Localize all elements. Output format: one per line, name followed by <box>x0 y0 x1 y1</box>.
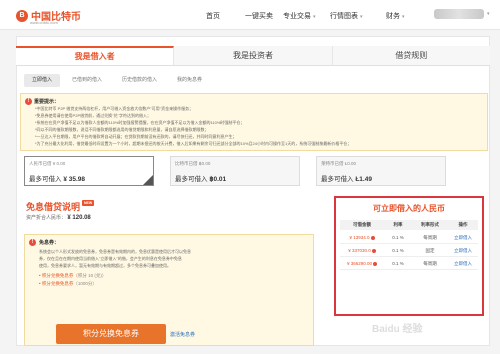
notice-line: *同以不同的借款期限数，说话不同借款期限都选用的借贷期限和利息量，请自愿选择借款… <box>35 127 209 132</box>
loan-rate: 0.1 % <box>392 261 404 266</box>
tab-borrower[interactable]: 我是借入者 <box>16 46 175 65</box>
stat-label: 莱特币已借 Ł0.00 <box>321 161 357 166</box>
exchange-coupon-button[interactable]: 积分兑换免息券 <box>56 324 166 344</box>
selected-corner-icon <box>143 175 153 185</box>
warning-icon: ! <box>29 239 36 246</box>
column-header: 利率形式 <box>421 222 439 227</box>
table-header: 可借金额 利率 利率形式 操作 <box>340 220 478 230</box>
activate-coupon-link[interactable]: 激活免息券 <box>170 331 195 338</box>
coupon-line: 使用，免息券要求人，暂无有效期与有效期超过，多个免息券可叠加使用。 <box>39 263 171 268</box>
loan-amount: ¥ 337030.0 <box>340 245 384 256</box>
available-title: 可立即借入的人民币 <box>373 204 445 213</box>
info-icon <box>370 235 375 240</box>
nav-home[interactable]: 首页 <box>206 11 220 21</box>
loan-amount: ¥ 13934.0 <box>340 232 384 243</box>
table-row: ¥ 337030.0 0.1 % 固定 立即借入 <box>340 245 478 257</box>
nav-charts[interactable]: 行情图表 ▾ <box>330 11 363 21</box>
new-badge: NEW <box>82 200 95 206</box>
top-bar: B 中国比特币 www.chbtc.com 首页 一键买卖 专业交易 ▾ 行情图表… <box>0 0 500 30</box>
stat-value: 最多可借入 ¥ 35.98 <box>29 176 85 183</box>
sub-tabs: 立即借入 已借到的借入 历史借款的借入 我的免息券 <box>24 74 210 87</box>
stat-btc[interactable]: 比特币已借 ฿0.00 最多可借入 ฿0.01 <box>170 156 300 186</box>
nav-finance[interactable]: 财务 ▾ <box>386 11 405 21</box>
bitcoin-logo-icon: B <box>16 9 28 22</box>
nav-pro-trade[interactable]: 专业交易 ▾ <box>283 11 316 21</box>
notice-line: *免息券使用请在使用P2P借贷前，通过兑换"兑"字符达到的借入； <box>35 113 151 118</box>
chevron-down-icon: ▾ <box>313 14 316 20</box>
chevron-down-icon: ▾ <box>402 14 405 20</box>
loan-rate: 0.1 % <box>392 235 404 240</box>
chevron-down-icon: ▾ <box>360 14 363 20</box>
loan-rate: 0.1 % <box>392 248 404 253</box>
coupon-line: 系统会以个人形式发放的免息券，免息券是有效期内的，免息优惠是使用后才可以免息 <box>39 249 191 254</box>
table-row: ¥ 13934.0 0.1 % 每周期 立即借入 <box>340 232 478 244</box>
subtab-borrowed[interactable]: 已借到的借入 <box>64 74 110 87</box>
loan-amount: ¥ 366290.00 <box>340 258 384 269</box>
loan-rate-type: 每周期 <box>423 261 437 266</box>
subtab-coupons[interactable]: 我的免息券 <box>169 74 210 87</box>
tab-investor[interactable]: 我是投资者 <box>174 46 333 65</box>
notice-line: *为了充分最大化利用，借贷最低时间设置为一个小时，超期未偿还的按天计费，借入后如… <box>35 141 352 146</box>
column-header: 操作 <box>458 222 468 227</box>
column-header: 利率 <box>393 222 403 227</box>
brand-url: www.chbtc.com <box>30 20 58 25</box>
loan-rate-type: 每周期 <box>423 235 437 240</box>
info-icon <box>373 261 378 266</box>
loan-rate-type: 固定 <box>425 248 435 253</box>
stat-label: 人民币已借 ¥ 0.00 <box>29 161 66 166</box>
asset-total: 资产折合人民币： ¥ 120.08 <box>26 215 91 221</box>
coupon-line: 券，仅在且在在期内使用当前借入"立即借入"的借，会产生的利息在免息券中免息 <box>39 256 182 261</box>
free-loan-title: 免息借贷说明 NEW <box>26 200 95 212</box>
notice-line: *一旦达入平台期限，用户平台的借款将自动开展；在贷款到期前没有还款的，请尽快归还… <box>35 134 237 139</box>
watermark: Baidu 经验 <box>372 324 423 335</box>
notice-title: 重要提示： <box>34 99 60 105</box>
chevron-down-icon[interactable]: ▾ <box>487 11 490 17</box>
coupon-bullet: • 积分兑换免息券（1000分） <box>39 281 97 286</box>
coupon-bullet: • 积分兑换免息券（积分 10 (兑)） <box>39 273 107 278</box>
stat-value: 最多可借入 Ł1.49 <box>321 176 372 183</box>
borrow-now-link[interactable]: 立即借入 <box>448 258 478 269</box>
notice-line: *中国比特币 P2P 借贷支持两倍杠杆，用户可借入资金放大倍数户"可用"资金来操… <box>35 106 194 111</box>
important-notice: ! 重要提示： *中国比特币 P2P 借贷支持两倍杠杆，用户可借入资金放大倍数户… <box>20 93 488 151</box>
stat-label: 比特币已借 ฿0.00 <box>175 161 211 166</box>
user-account[interactable] <box>434 9 484 19</box>
available-loans-box: 可立即借入的人民币 可借金额 利率 利率形式 操作 ¥ 13934.0 0.1 … <box>334 196 484 316</box>
tab-rules[interactable]: 借贷规则 <box>332 46 490 65</box>
column-header: 可借金额 <box>353 222 371 227</box>
notice-line: *系统在在资产净值不足以为借款人金额的110%时加强报警提醒，在在资产净值不足以… <box>35 120 245 125</box>
stat-value: 最多可借入 ฿0.01 <box>175 176 227 183</box>
borrow-now-link[interactable]: 立即借入 <box>448 245 478 256</box>
coupon-title: 免息券： <box>39 240 60 246</box>
warning-icon: ! <box>25 98 32 105</box>
table-row: ¥ 366290.00 0.1 % 每周期 立即借入 <box>340 258 478 270</box>
stat-cny[interactable]: 人民币已借 ¥ 0.00 最多可借入 ¥ 35.98 <box>24 156 154 186</box>
nav-quick-trade[interactable]: 一键买卖 <box>245 11 273 21</box>
info-icon <box>371 248 376 253</box>
stat-ltc[interactable]: 莱特币已借 Ł0.00 最多可借入 Ł1.49 <box>316 156 446 186</box>
main-tabs: 我是借入者 我是投资者 借贷规则 <box>16 46 490 66</box>
subtab-history[interactable]: 历史借款的借入 <box>114 74 165 87</box>
subtab-borrow-now[interactable]: 立即借入 <box>24 74 61 87</box>
borrow-now-link[interactable]: 立即借入 <box>448 232 478 243</box>
